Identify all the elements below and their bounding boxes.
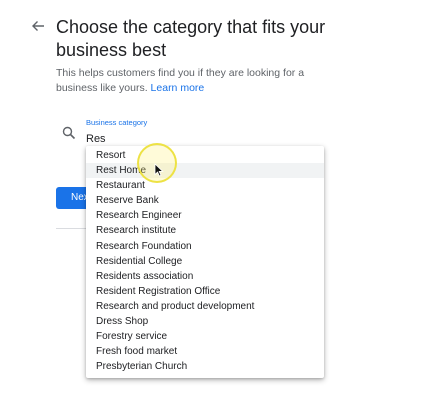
suggestion-item[interactable]: Fresh food market	[86, 344, 324, 359]
search-icon	[62, 126, 76, 140]
back-arrow-icon[interactable]	[30, 18, 46, 34]
category-suggestions-dropdown[interactable]: Resort Rest Home Restaurant Reserve Bank Res…	[86, 146, 324, 378]
suggestion-item[interactable]: Research institute	[86, 223, 324, 238]
suggestion-item[interactable]: Restaurant	[86, 178, 324, 193]
suggestion-item[interactable]: Forestry service	[86, 329, 324, 344]
suggestion-list: Resort Rest Home Restaurant Reserve Bank Res…	[86, 146, 324, 374]
learn-more-link[interactable]: Learn more	[151, 82, 205, 94]
business-category-label: Business category	[86, 118, 148, 127]
suggestion-item[interactable]: Research Engineer	[86, 208, 324, 223]
business-category-field[interactable]: Business category	[86, 116, 324, 150]
page-title: Choose the category that fits your busin…	[56, 17, 326, 60]
suggestion-item[interactable]: Research Foundation	[86, 239, 324, 254]
suggestion-item[interactable]: Residents association	[86, 269, 324, 284]
suggestion-item[interactable]: Dress Shop	[86, 314, 324, 329]
suggestion-item[interactable]: Reserve Bank	[86, 193, 324, 208]
suggestion-item[interactable]: Resort	[86, 148, 324, 163]
suggestion-item[interactable]: Research and product development	[86, 299, 324, 314]
suggestion-item[interactable]: Rest Home	[86, 163, 324, 179]
suggestion-item[interactable]: Residential College	[86, 254, 324, 269]
suggestion-item[interactable]: Resident Registration Office	[86, 284, 324, 299]
suggestion-item[interactable]: Presbyterian Church	[86, 359, 324, 374]
page-description: This helps customers find you if they ar…	[56, 66, 326, 96]
